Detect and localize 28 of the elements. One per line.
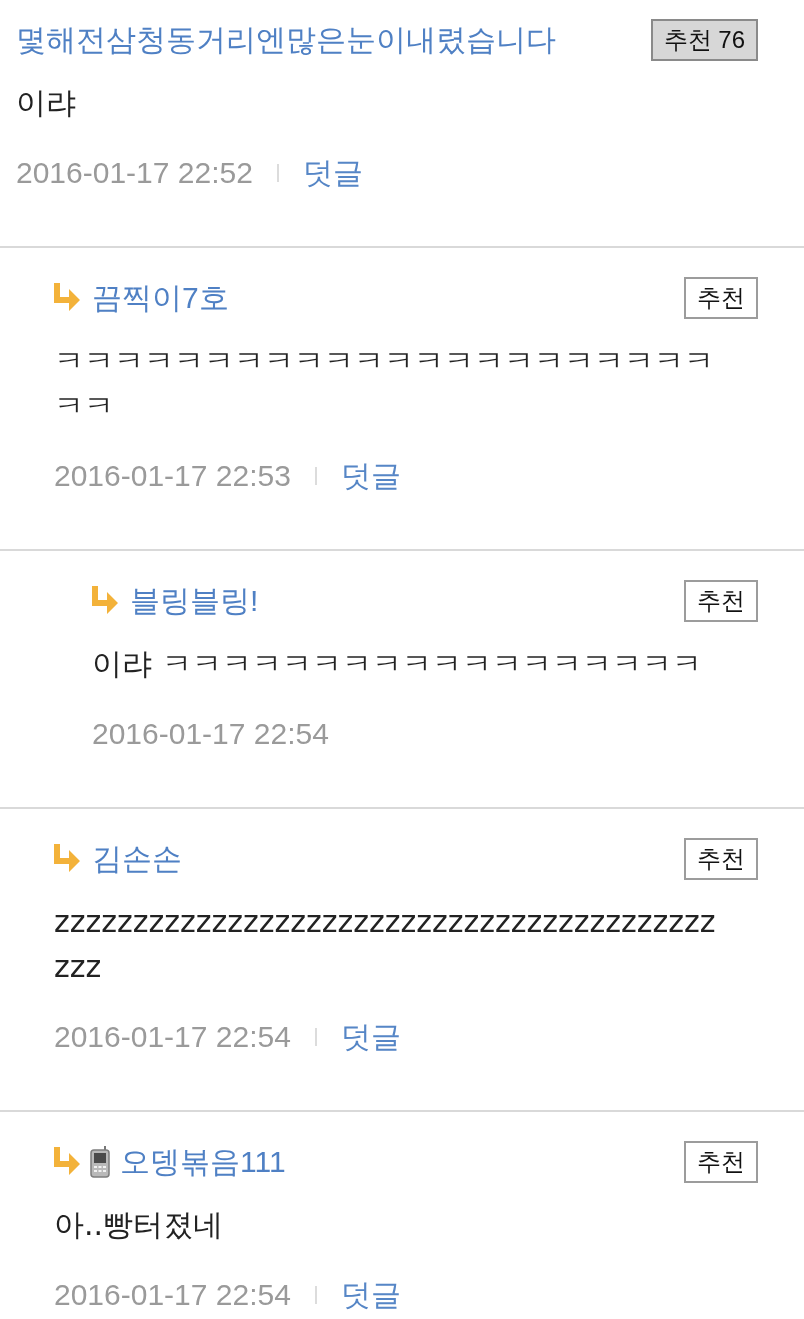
comment-text: 이랴 bbox=[16, 84, 77, 122]
comment-date: 2016-01-17 22:52 bbox=[16, 156, 253, 190]
nickname-link[interactable]: 김손손 bbox=[92, 839, 182, 879]
reply-arrow-icon bbox=[92, 586, 118, 616]
comment-date: 2016-01-17 22:54 bbox=[54, 1278, 291, 1312]
recommend-button[interactable]: 추천 76 bbox=[650, 19, 758, 61]
comment-date: 2016-01-17 22:53 bbox=[54, 459, 291, 493]
comment-text: 이랴 ㅋㅋㅋㅋㅋㅋㅋㅋㅋㅋㅋㅋㅋㅋㅋㅋㅋㅋ bbox=[92, 645, 703, 683]
reply-arrow-icon bbox=[54, 844, 80, 874]
nickname-link[interactable]: 끔찍이7호 bbox=[92, 278, 229, 318]
nickname-link[interactable]: 몇해전삼청동거리엔많은눈이내렸습니다 bbox=[16, 20, 556, 60]
reply-link[interactable]: 덧글 bbox=[340, 455, 401, 497]
nickname-link[interactable]: 블링블링! bbox=[130, 581, 259, 621]
comment-date: 2016-01-17 22:54 bbox=[54, 1020, 291, 1054]
comment-date: 2016-01-17 22:54 bbox=[92, 717, 329, 751]
reply-link[interactable]: 덧글 bbox=[340, 1274, 401, 1316]
reply-arrow-icon bbox=[54, 283, 80, 313]
recommend-button[interactable]: 추천 bbox=[684, 580, 758, 622]
comment-text: 아..빵터졌네 bbox=[54, 1206, 225, 1244]
recommend-button[interactable]: 추천 bbox=[684, 838, 758, 880]
reply-link[interactable]: 덧글 bbox=[302, 152, 363, 194]
reply-link[interactable]: 덧글 bbox=[340, 1016, 401, 1058]
recommend-button[interactable]: 추천 bbox=[684, 277, 758, 319]
comment-text: zzzzzzzzzzzzzzzzzzzzzzzzzzzzzzzzzzzzzzzzzzzzz bbox=[54, 903, 717, 986]
comment-text: ㅋㅋㅋㅋㅋㅋㅋㅋㅋㅋㅋㅋㅋㅋㅋㅋㅋㅋㅋㅋㅋㅋㅋㅋ bbox=[54, 342, 715, 425]
reply-arrow-icon bbox=[54, 1147, 80, 1177]
nickname-link[interactable]: 오뎅볶음111 bbox=[120, 1142, 286, 1182]
recommend-button[interactable]: 추천 bbox=[684, 1141, 758, 1183]
